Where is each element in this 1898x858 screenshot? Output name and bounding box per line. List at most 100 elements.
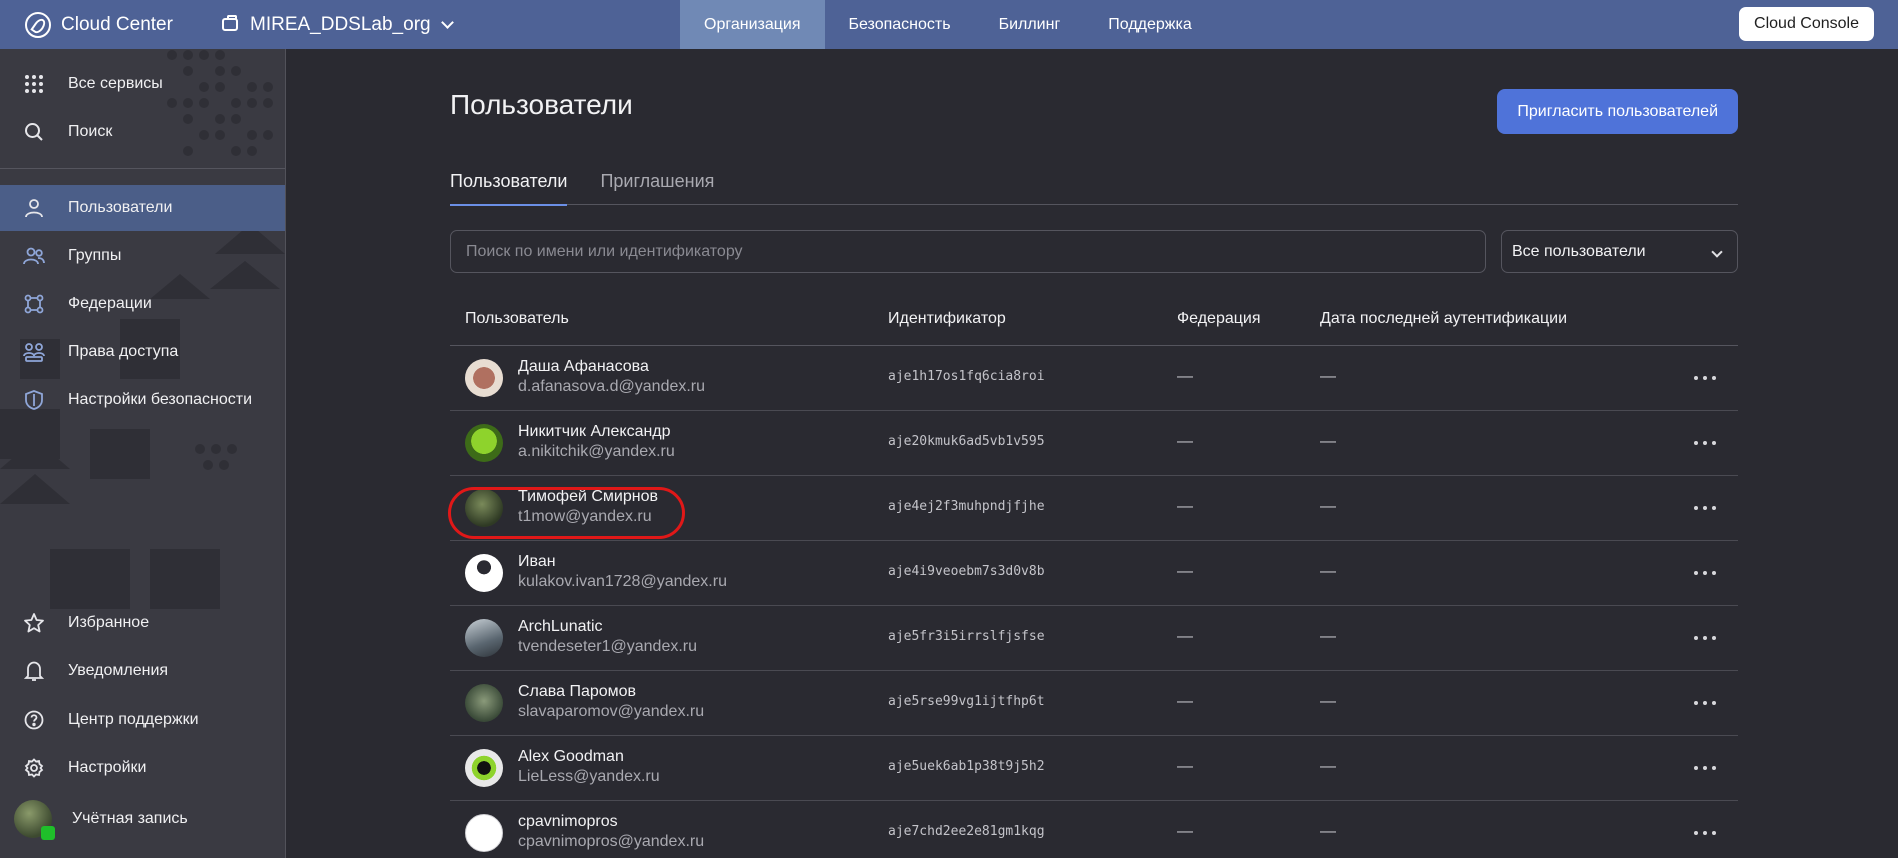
chevron-down-icon (1711, 246, 1723, 258)
search-input[interactable]: Поиск по имени или идентификатору (450, 230, 1486, 273)
user-id: aje4ej2f3muhpndjfjhe (888, 499, 1045, 514)
table-row[interactable]: Тимофей Смирнов t1mow@yandex.ru aje4ej2f… (448, 476, 1738, 541)
sidebar-item-account[interactable]: Учётная запись (0, 796, 285, 842)
sidebar-divider (0, 168, 285, 169)
shield-icon (23, 389, 45, 411)
nav-billing[interactable]: Биллинг (975, 0, 1085, 49)
column-header-id: Идентификатор (888, 310, 1006, 327)
user-name: Иван (518, 553, 556, 570)
user-avatar (465, 424, 503, 462)
sidebar-item-favorites[interactable]: Избранное (0, 600, 285, 646)
user-name: Тимофей Смирнов (518, 488, 658, 505)
more-actions-icon[interactable] (1694, 628, 1716, 648)
more-actions-icon[interactable] (1694, 823, 1716, 843)
sidebar-item-support-center[interactable]: Центр поддержки (0, 697, 285, 743)
user-last-auth: — (1320, 823, 1336, 840)
nav-organization[interactable]: Организация (680, 0, 825, 49)
column-header-user: Пользователь (465, 310, 569, 327)
user-id: aje1h17os1fq6cia8roi (888, 369, 1045, 384)
sidebar-item-groups[interactable]: Группы (0, 233, 285, 279)
grid-icon (23, 73, 45, 95)
table-row[interactable]: cpavnimopros cpavnimopros@yandex.ru aje7… (450, 801, 1738, 858)
invite-users-button[interactable]: Пригласить пользователей (1497, 89, 1738, 134)
user-email: d.afanasova.d@yandex.ru (518, 378, 706, 395)
table-row[interactable]: Alex Goodman LieLess@yandex.ru aje5uek6a… (450, 736, 1738, 801)
tabs: Пользователи Приглашения (450, 161, 1738, 206)
sidebar-item-security-settings[interactable]: Настройки безопасности (0, 377, 285, 423)
nav-security[interactable]: Безопасность (825, 0, 975, 49)
help-icon (23, 709, 45, 731)
sidebar-item-label: Центр поддержки (68, 711, 199, 728)
table-row[interactable]: Даша Афанасова d.afanasova.d@yandex.ru a… (450, 346, 1738, 411)
sidebar-item-access-rights[interactable]: Права доступа (0, 329, 285, 375)
account-avatar (14, 800, 55, 840)
sidebar-item-notifications[interactable]: Уведомления (0, 648, 285, 694)
user-filter-select[interactable]: Все пользователи (1501, 230, 1738, 273)
sidebar-item-label: Группы (68, 247, 122, 264)
search-placeholder: Поиск по имени или идентификатору (466, 242, 743, 260)
sidebar-item-search[interactable]: Поиск (0, 109, 285, 155)
column-header-last-auth: Дата последней аутентификации (1320, 310, 1568, 327)
user-avatar (465, 554, 503, 592)
more-actions-icon[interactable] (1694, 433, 1716, 453)
table-row[interactable]: Слава Паромов slavaparomov@yandex.ru aje… (450, 671, 1738, 736)
more-actions-icon[interactable] (1694, 368, 1716, 388)
user-federation: — (1177, 693, 1193, 710)
user-last-auth: — (1320, 563, 1336, 580)
users-icon (23, 245, 45, 267)
more-actions-icon[interactable] (1694, 758, 1716, 778)
user-federation: — (1177, 563, 1193, 580)
sidebar-item-label: Федерации (68, 295, 152, 312)
user-email: t1mow@yandex.ru (518, 508, 652, 525)
filter-value: Все пользователи (1512, 242, 1646, 260)
sidebar-item-settings[interactable]: Настройки (0, 745, 285, 791)
user-federation: — (1177, 368, 1193, 385)
user-name: ArchLunatic (518, 618, 603, 635)
user-email: slavaparomov@yandex.ru (518, 703, 705, 720)
table-row[interactable]: Иван kulakov.ivan1728@yandex.ru aje4i9ve… (450, 541, 1738, 606)
sidebar-item-users[interactable]: Пользователи (0, 185, 285, 231)
more-actions-icon[interactable] (1694, 693, 1716, 713)
user-avatar (465, 814, 503, 852)
brand-name: Cloud Center (61, 13, 173, 35)
sidebar-item-label: Все сервисы (68, 75, 163, 92)
sidebar-item-federations[interactable]: Федерации (0, 281, 285, 327)
cloud-console-button[interactable]: Cloud Console (1739, 7, 1874, 41)
user-last-auth: — (1320, 498, 1336, 515)
user-email: cpavnimopros@yandex.ru (518, 833, 705, 850)
user-id: aje7chd2ee2e81gm1kqg (888, 824, 1045, 839)
user-last-auth: — (1320, 758, 1336, 775)
user-last-auth: — (1320, 368, 1336, 385)
top-bar: Cloud Center MIREA_DDSLab_org Организаци… (0, 0, 1898, 49)
online-badge-icon (41, 826, 55, 840)
search-icon (23, 121, 45, 143)
nav-support[interactable]: Поддержка (1084, 0, 1215, 49)
table-row[interactable]: ArchLunatic tvendeseter1@yandex.ru aje5f… (450, 606, 1738, 671)
user-id: aje5rse99vg1ijtfhp6t (888, 694, 1045, 709)
user-last-auth: — (1320, 628, 1336, 645)
user-name: Никитчик Александр (518, 423, 671, 440)
user-name: Даша Афанасова (518, 358, 649, 375)
sidebar-item-label: Настройки безопасности (68, 391, 253, 408)
bell-icon (23, 660, 45, 682)
tab-invitations[interactable]: Приглашения (600, 161, 714, 205)
user-federation: — (1177, 823, 1193, 840)
user-name: Alex Goodman (518, 748, 624, 765)
sidebar-item-label: Пользователи (68, 199, 173, 216)
more-actions-icon[interactable] (1694, 498, 1716, 518)
brand[interactable]: Cloud Center (0, 11, 206, 38)
user-id: aje5uek6ab1p38t9j5h2 (888, 759, 1045, 774)
user-id: aje4i9veoebm7s3d0v8b (888, 564, 1045, 579)
sidebar-item-label: Избранное (68, 614, 150, 631)
user-federation: — (1177, 498, 1193, 515)
sidebar-item-all-services[interactable]: Все сервисы (0, 61, 285, 107)
star-icon (23, 612, 45, 634)
org-switcher[interactable]: MIREA_DDSLab_org (206, 14, 680, 36)
user-federation: — (1177, 433, 1193, 450)
tab-users[interactable]: Пользователи (450, 161, 568, 206)
table-header: Пользователь Идентификатор Федерация Дат… (450, 294, 1738, 346)
table-row[interactable]: Никитчик Александр a.nikitchik@yandex.ru… (450, 411, 1738, 476)
more-actions-icon[interactable] (1694, 563, 1716, 583)
access-rights-icon (23, 341, 45, 363)
user-icon (23, 197, 45, 219)
